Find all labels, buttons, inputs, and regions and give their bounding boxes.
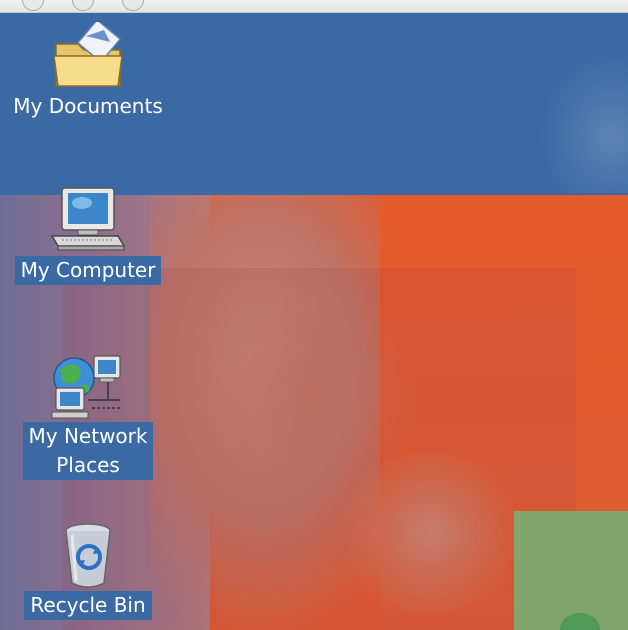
desktop-icon-my-network-places[interactable]: My Network Places <box>3 352 173 480</box>
recycle-bin-label: Recycle Bin <box>24 591 152 620</box>
my-computer-label: My Computer <box>14 256 162 285</box>
window-close-button[interactable] <box>22 0 44 11</box>
desktop-icon-my-documents[interactable]: My Documents <box>3 22 173 121</box>
desktop-icon-recycle-bin[interactable]: Recycle Bin <box>3 521 173 620</box>
window-maximize-button[interactable] <box>122 0 144 11</box>
my-network-places-label: My Network Places <box>22 422 154 480</box>
computer-icon <box>48 186 128 256</box>
my-documents-label: My Documents <box>13 94 163 118</box>
window-minimize-button[interactable] <box>72 0 94 11</box>
desktop-icon-my-computer[interactable]: My Computer <box>3 186 173 285</box>
recycle-bin-icon <box>48 521 128 591</box>
window-title-bar <box>0 0 628 13</box>
network-icon <box>48 352 128 422</box>
folder-icon <box>48 22 128 92</box>
